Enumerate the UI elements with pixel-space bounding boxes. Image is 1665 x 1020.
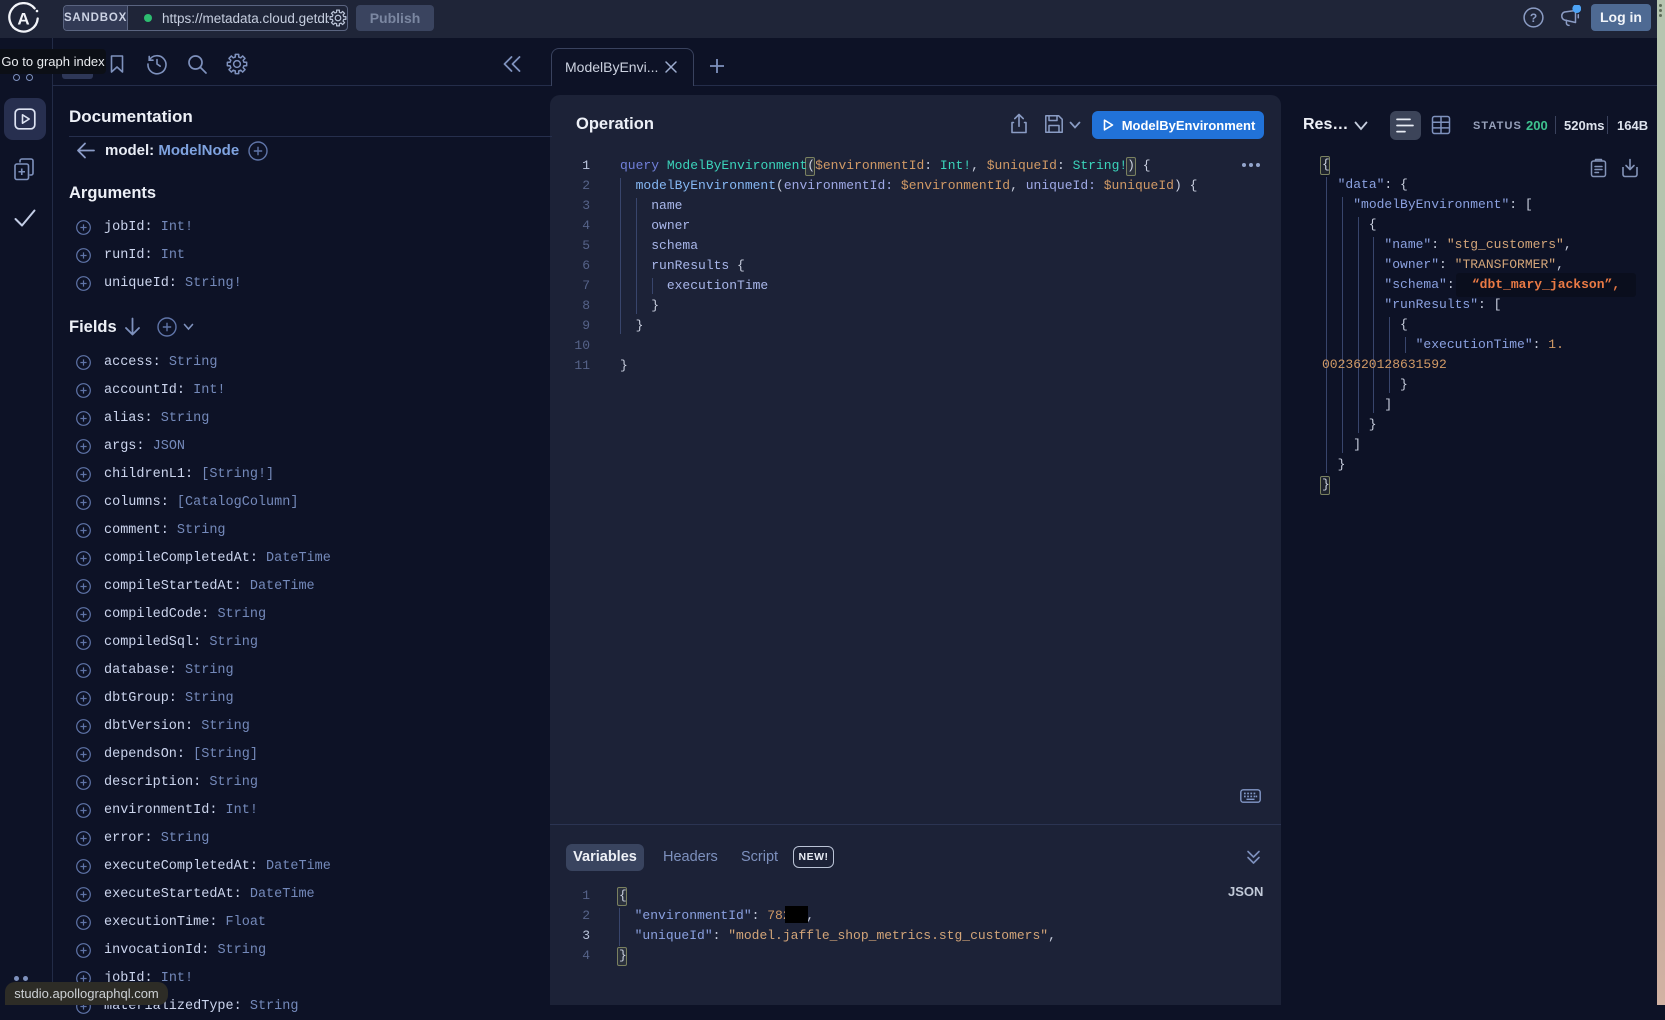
svg-text:?: ? bbox=[1530, 11, 1537, 25]
svg-text:A: A bbox=[17, 10, 29, 29]
